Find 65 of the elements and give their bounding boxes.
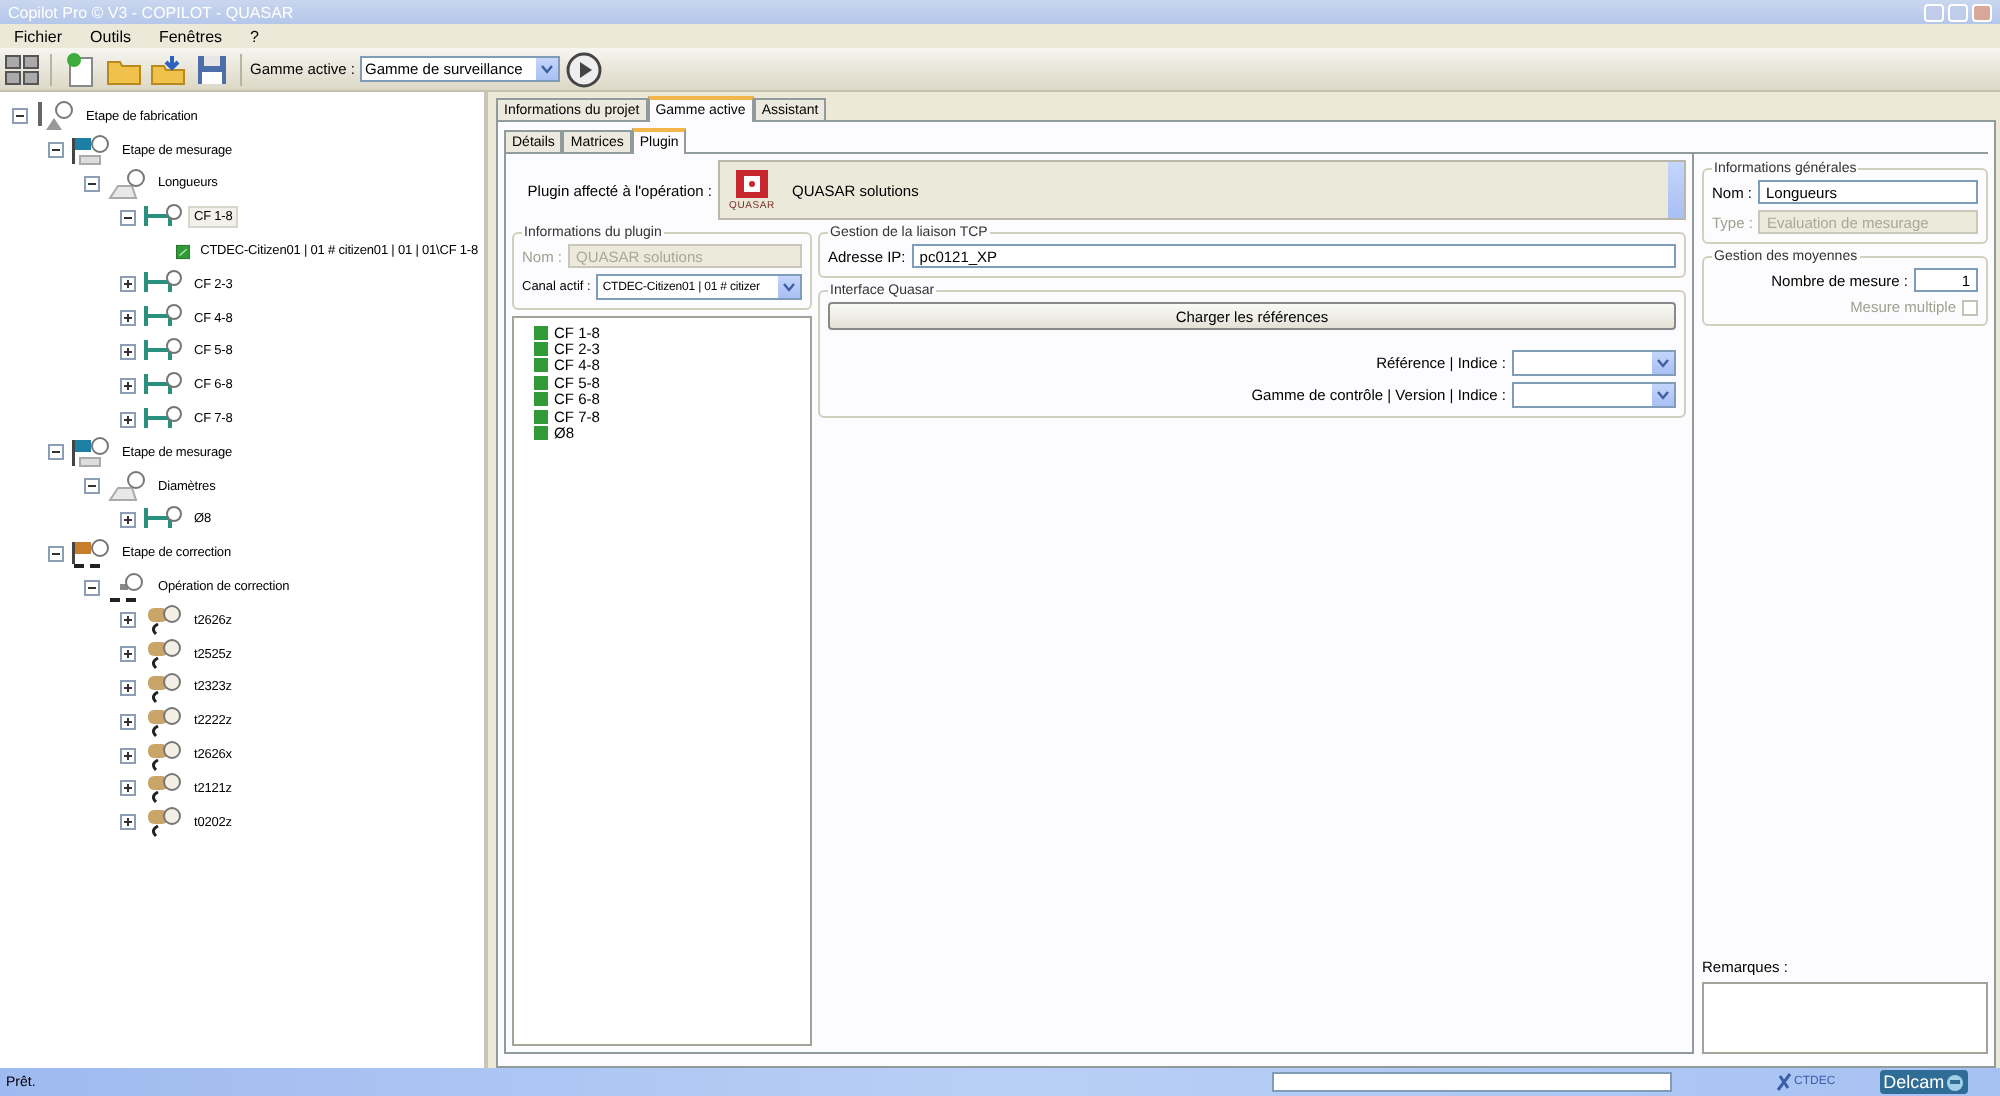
plus-icon [122, 278, 134, 291]
reference-select[interactable] [1512, 350, 1676, 376]
collapse-toggle[interactable] [48, 545, 64, 562]
minus-icon [50, 144, 62, 157]
plus-icon [122, 648, 134, 661]
plus-icon [122, 782, 134, 795]
multiple-checkbox[interactable] [1962, 299, 1978, 315]
flag-icon [68, 134, 112, 167]
expand-toggle[interactable] [120, 511, 136, 528]
expand-toggle[interactable] [120, 679, 136, 696]
plus-icon [122, 681, 134, 694]
plus-icon [122, 379, 134, 392]
plus-icon [122, 513, 134, 526]
caret-icon [1656, 390, 1670, 400]
expand-toggle[interactable] [120, 343, 136, 360]
plus-icon [122, 715, 134, 728]
minus-icon [86, 177, 98, 190]
expand-toggle[interactable] [120, 814, 136, 831]
expand-toggle[interactable] [120, 310, 136, 327]
menu-item[interactable]: Outils [90, 27, 131, 45]
collapse-toggle[interactable] [12, 108, 28, 125]
probe-icon [104, 571, 148, 604]
expand-toggle[interactable] [120, 612, 136, 629]
collapse-toggle[interactable] [48, 444, 64, 461]
remarks-field[interactable] [1702, 982, 1988, 1054]
plus-icon [122, 345, 134, 358]
range-select[interactable] [1512, 382, 1676, 408]
play-icon[interactable] [563, 49, 604, 89]
expand-toggle[interactable] [120, 747, 136, 764]
expand-toggle[interactable] [120, 646, 136, 663]
minus-icon [86, 581, 98, 594]
caret-icon [539, 64, 554, 74]
collapse-toggle[interactable] [84, 175, 100, 192]
flag-icon [68, 537, 112, 570]
expand-toggle[interactable] [120, 276, 136, 293]
grid-icon[interactable] [2, 49, 42, 89]
expand-toggle[interactable] [120, 411, 136, 428]
collapse-toggle[interactable] [84, 478, 100, 495]
delcam-logo: Delcam [1879, 1070, 1969, 1094]
menu-item[interactable]: Fichier [14, 27, 63, 45]
minus-icon [86, 480, 98, 493]
probe-icon [32, 100, 76, 133]
collapse-toggle[interactable] [120, 209, 136, 226]
collapse-toggle[interactable] [48, 142, 64, 159]
minus-icon [14, 110, 26, 123]
gauge-icon [104, 167, 148, 200]
plus-icon [122, 749, 134, 762]
gauge-icon [104, 470, 148, 503]
minus-icon [50, 446, 62, 459]
plus-icon [122, 614, 134, 627]
minus-icon [122, 211, 134, 224]
menu-item[interactable]: ? [250, 27, 259, 45]
expand-toggle[interactable] [120, 780, 136, 797]
menu-item[interactable]: Fenêtres [158, 27, 223, 45]
collapse-toggle[interactable] [84, 579, 100, 596]
flag-icon [68, 436, 112, 469]
plus-icon [122, 312, 134, 325]
plus-icon [122, 816, 134, 829]
expand-toggle[interactable] [120, 713, 136, 730]
caret-icon [1656, 358, 1670, 368]
caret-icon [782, 282, 796, 292]
plus-icon [122, 413, 134, 426]
expand-toggle[interactable] [120, 377, 136, 394]
minus-icon [50, 547, 62, 560]
window-title: Copilot Pro © V3 - COPILOT - QUASAR [8, 3, 294, 21]
